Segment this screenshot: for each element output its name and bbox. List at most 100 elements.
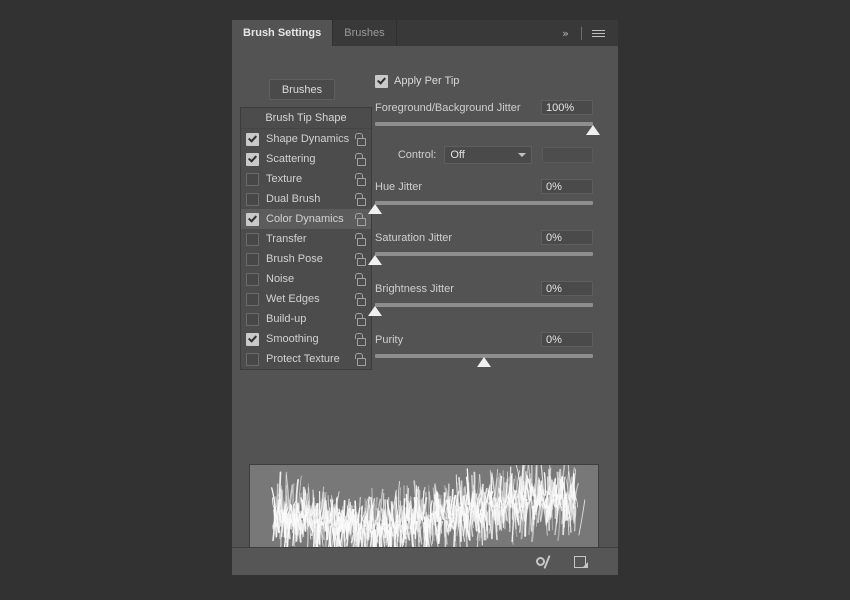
bristle xyxy=(277,484,278,507)
lock-icon[interactable] xyxy=(355,333,365,345)
brush-option-checkbox[interactable] xyxy=(246,333,259,346)
header-divider xyxy=(581,27,582,40)
apply-per-tip-checkbox[interactable] xyxy=(375,75,388,88)
brush-option-smoothing[interactable]: Smoothing xyxy=(241,329,371,349)
fg-bg-jitter-slider-thumb[interactable] xyxy=(586,125,600,135)
brush-option-checkbox[interactable] xyxy=(246,173,259,186)
purity-slider-thumb[interactable] xyxy=(477,357,491,367)
menu-line-2 xyxy=(592,33,605,34)
brush-option-dual-brush[interactable]: Dual Brush xyxy=(241,189,371,209)
brush-option-noise[interactable]: Noise xyxy=(241,269,371,289)
brush-option-build-up[interactable]: Build-up xyxy=(241,309,371,329)
brush-option-transfer[interactable]: Transfer xyxy=(241,229,371,249)
slider-spacer xyxy=(375,317,593,331)
bristle xyxy=(415,522,416,539)
brush-option-checkbox[interactable] xyxy=(246,273,259,286)
fg-bg-jitter-slider[interactable] xyxy=(375,120,593,136)
brightness-jitter-slider[interactable] xyxy=(375,301,593,317)
tab-bar-spacer xyxy=(397,20,554,46)
lock-icon[interactable] xyxy=(355,133,365,145)
saturation-jitter-label: Saturation Jitter xyxy=(375,232,452,244)
brush-option-label: Noise xyxy=(266,273,355,285)
brush-option-wet-edges[interactable]: Wet Edges xyxy=(241,289,371,309)
fg-bg-jitter-slider-track[interactable] xyxy=(375,122,593,126)
brush-option-checkbox[interactable] xyxy=(246,233,259,246)
collapse-panel-icon[interactable]: » xyxy=(554,20,576,46)
brush-option-checkbox[interactable] xyxy=(246,213,259,226)
brush-tip-shape-header[interactable]: Brush Tip Shape xyxy=(241,108,371,129)
saturation-jitter-input[interactable]: 0% xyxy=(541,230,593,245)
lock-icon[interactable] xyxy=(355,213,365,225)
control-dropdown[interactable]: Off xyxy=(444,146,531,164)
new-brush-icon[interactable] xyxy=(572,553,590,571)
purity-input[interactable]: 0% xyxy=(541,332,593,347)
brightness-jitter-input[interactable]: 0% xyxy=(541,281,593,296)
lock-icon[interactable] xyxy=(355,293,365,305)
jitter-slider-group: Hue Jitter0%Saturation Jitter0%Brightnes… xyxy=(375,178,593,368)
panel-footer xyxy=(232,547,618,575)
control-extra-input[interactable] xyxy=(542,147,593,163)
brush-option-checkbox[interactable] xyxy=(246,253,259,266)
bristle-stray xyxy=(579,500,585,535)
lock-icon[interactable] xyxy=(355,273,365,285)
panel-tab-bar: Brush Settings Brushes » xyxy=(232,20,618,46)
brightness-jitter-slider-thumb[interactable] xyxy=(368,306,382,316)
hue-jitter-slider[interactable] xyxy=(375,199,593,215)
bristle xyxy=(537,468,538,495)
lock-icon[interactable] xyxy=(355,233,365,245)
fg-bg-jitter-row: Foreground/Background Jitter 100% xyxy=(375,99,593,116)
control-dropdown-value: Off xyxy=(450,149,517,161)
hue-jitter-row: Hue Jitter 0% xyxy=(375,178,593,195)
saturation-jitter-slider-track[interactable] xyxy=(375,252,593,256)
brush-option-color-dynamics[interactable]: Color Dynamics xyxy=(241,209,371,229)
controls-spacer xyxy=(375,164,593,178)
lock-body xyxy=(357,358,366,366)
panel-menu-icon[interactable] xyxy=(587,20,609,46)
fg-bg-jitter-label: Foreground/Background Jitter xyxy=(375,102,521,114)
brush-option-label: Brush Pose xyxy=(266,253,355,265)
tab-brushes[interactable]: Brushes xyxy=(333,20,396,46)
saturation-jitter-slider-thumb[interactable] xyxy=(368,255,382,265)
brush-option-checkbox[interactable] xyxy=(246,313,259,326)
apply-per-tip-row[interactable]: Apply Per Tip xyxy=(375,74,593,88)
bristle xyxy=(468,483,470,510)
lock-body xyxy=(357,158,366,166)
saturation-jitter-slider[interactable] xyxy=(375,250,593,266)
brush-option-checkbox[interactable] xyxy=(246,193,259,206)
brightness-jitter-slider-track[interactable] xyxy=(375,303,593,307)
lock-icon[interactable] xyxy=(355,173,365,185)
brush-option-shape-dynamics[interactable]: Shape Dynamics xyxy=(241,129,371,149)
brightness-jitter-row: Brightness Jitter0% xyxy=(375,280,593,297)
lock-icon[interactable] xyxy=(355,153,365,165)
brush-option-checkbox[interactable] xyxy=(246,133,259,146)
brushes-button[interactable]: Brushes xyxy=(269,79,335,100)
lock-icon[interactable] xyxy=(355,353,365,365)
hue-jitter-slider-thumb[interactable] xyxy=(368,204,382,214)
lock-body xyxy=(357,278,366,286)
brush-option-checkbox[interactable] xyxy=(246,293,259,306)
brush-option-scattering[interactable]: Scattering xyxy=(241,149,371,169)
toggle-brush-preview-icon[interactable] xyxy=(536,553,554,571)
fg-bg-jitter-input[interactable]: 100% xyxy=(541,100,593,115)
brush-option-texture[interactable]: Texture xyxy=(241,169,371,189)
bristle xyxy=(479,494,480,506)
brush-option-brush-pose[interactable]: Brush Pose xyxy=(241,249,371,269)
panel-body: Brushes Brush Tip Shape Shape DynamicsSc… xyxy=(232,46,618,575)
slider-spacer xyxy=(375,215,593,229)
tab-brush-settings[interactable]: Brush Settings xyxy=(232,20,333,46)
tab-brush-settings-label: Brush Settings xyxy=(243,27,321,39)
purity-slider[interactable] xyxy=(375,352,593,368)
hue-jitter-input[interactable]: 0% xyxy=(541,179,593,194)
lock-icon[interactable] xyxy=(355,193,365,205)
brush-option-protect-texture[interactable]: Protect Texture xyxy=(241,349,371,369)
control-label: Control: xyxy=(375,149,436,161)
lock-icon[interactable] xyxy=(355,253,365,265)
hue-jitter-label: Hue Jitter xyxy=(375,181,422,193)
lock-icon[interactable] xyxy=(355,313,365,325)
bristle xyxy=(447,518,448,532)
brush-option-checkbox[interactable] xyxy=(246,153,259,166)
hue-jitter-slider-track[interactable] xyxy=(375,201,593,205)
color-dynamics-controls: Apply Per Tip Foreground/Background Jitt… xyxy=(375,74,593,368)
lock-body xyxy=(357,198,366,206)
brush-option-checkbox[interactable] xyxy=(246,353,259,366)
